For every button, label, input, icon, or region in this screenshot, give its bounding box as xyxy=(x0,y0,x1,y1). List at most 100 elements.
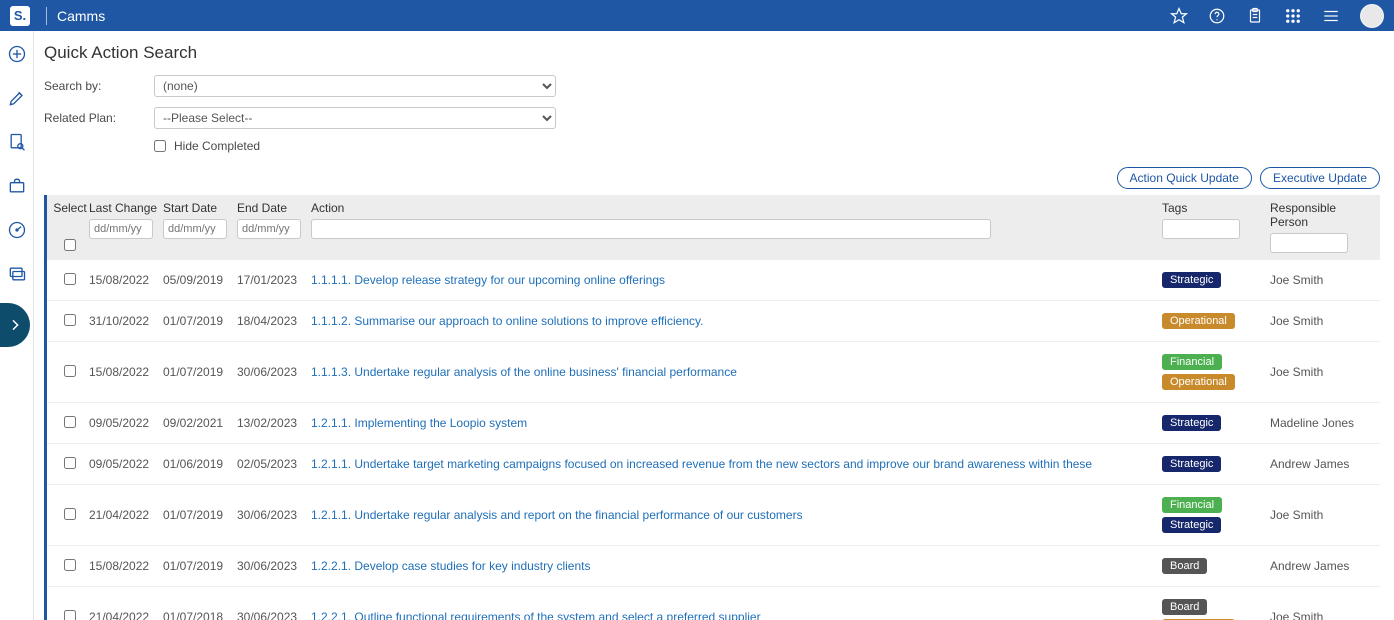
row-select-checkbox[interactable] xyxy=(64,457,76,469)
search-by-select[interactable]: (none) xyxy=(154,75,556,97)
help-icon[interactable] xyxy=(1207,6,1227,26)
select-all-checkbox[interactable] xyxy=(64,239,76,251)
page-title: Quick Action Search xyxy=(44,43,1380,63)
action-link[interactable]: 1.1.1.3. Undertake regular analysis of t… xyxy=(311,365,737,379)
cell-tags: Strategic xyxy=(1162,454,1270,474)
cell-last-change: 09/05/2022 xyxy=(89,416,163,430)
cell-responsible: Madeline Jones xyxy=(1270,416,1370,430)
cell-tags: FinancialStrategic xyxy=(1162,495,1270,535)
tag-badge: Strategic xyxy=(1162,272,1221,288)
cell-tags: Board xyxy=(1162,556,1270,576)
table-row: 21/04/202201/07/201930/06/20231.2.1.1. U… xyxy=(47,485,1380,546)
row-select-checkbox[interactable] xyxy=(64,273,76,285)
app-logo: S. xyxy=(10,6,30,26)
tag-badge: Board xyxy=(1162,558,1207,574)
topbar: S. Camms xyxy=(0,0,1394,31)
cell-responsible: Joe Smith xyxy=(1270,365,1370,379)
cell-responsible: Joe Smith xyxy=(1270,610,1370,620)
table-row: 15/08/202201/07/201930/06/20231.2.2.1. D… xyxy=(47,546,1380,587)
cell-end-date: 02/05/2023 xyxy=(237,457,311,471)
cell-last-change: 21/04/2022 xyxy=(89,508,163,522)
header-start-date: Start Date xyxy=(163,201,237,215)
header-last-change: Last Change xyxy=(89,201,163,215)
brand-name: Camms xyxy=(57,8,105,24)
cell-start-date: 01/07/2018 xyxy=(163,610,237,620)
main-content: Quick Action Search Search by: (none) Re… xyxy=(34,31,1394,620)
results-table: Select Last Change Start Date End Date A… xyxy=(44,195,1380,620)
filter-start-date[interactable] xyxy=(163,219,227,239)
search-doc-icon[interactable] xyxy=(6,131,28,153)
executive-update-button[interactable]: Executive Update xyxy=(1260,167,1380,189)
header-end-date: End Date xyxy=(237,201,311,215)
cell-tags: BoardOperational xyxy=(1162,597,1270,620)
action-link[interactable]: 1.2.1.1. Undertake regular analysis and … xyxy=(311,508,803,522)
cell-tags: Strategic xyxy=(1162,270,1270,290)
tag-badge: Financial xyxy=(1162,354,1222,370)
cell-responsible: Joe Smith xyxy=(1270,508,1370,522)
cell-last-change: 31/10/2022 xyxy=(89,314,163,328)
cell-responsible: Joe Smith xyxy=(1270,314,1370,328)
cell-start-date: 01/07/2019 xyxy=(163,559,237,573)
row-select-checkbox[interactable] xyxy=(64,508,76,520)
action-link[interactable]: 1.1.1.2. Summarise our approach to onlin… xyxy=(311,314,703,328)
cell-start-date: 01/07/2019 xyxy=(163,508,237,522)
cell-last-change: 15/08/2022 xyxy=(89,559,163,573)
row-select-checkbox[interactable] xyxy=(64,365,76,377)
filter-responsible[interactable] xyxy=(1270,233,1348,253)
tag-badge: Board xyxy=(1162,599,1207,615)
table-row: 31/10/202201/07/201918/04/20231.1.1.2. S… xyxy=(47,301,1380,342)
cell-end-date: 18/04/2023 xyxy=(237,314,311,328)
header-responsible: Responsible Person xyxy=(1270,201,1370,229)
cell-start-date: 05/09/2019 xyxy=(163,273,237,287)
cell-end-date: 17/01/2023 xyxy=(237,273,311,287)
cell-tags: Operational xyxy=(1162,311,1270,331)
apps-grid-icon[interactable] xyxy=(1283,6,1303,26)
cell-end-date: 13/02/2023 xyxy=(237,416,311,430)
tag-badge: Financial xyxy=(1162,497,1222,513)
filter-action[interactable] xyxy=(311,219,991,239)
action-link[interactable]: 1.1.1.1. Develop release strategy for ou… xyxy=(311,273,665,287)
cell-start-date: 09/02/2021 xyxy=(163,416,237,430)
row-select-checkbox[interactable] xyxy=(64,416,76,428)
add-icon[interactable] xyxy=(6,43,28,65)
gauge-icon[interactable] xyxy=(6,219,28,241)
cell-last-change: 09/05/2022 xyxy=(89,457,163,471)
hide-completed-checkbox[interactable] xyxy=(154,140,166,152)
star-icon[interactable] xyxy=(1169,6,1189,26)
cell-last-change: 21/04/2022 xyxy=(89,610,163,620)
edit-icon[interactable] xyxy=(6,87,28,109)
hamburger-menu-icon[interactable] xyxy=(1321,6,1341,26)
tag-badge: Strategic xyxy=(1162,456,1221,472)
related-plan-select[interactable]: --Please Select-- xyxy=(154,107,556,129)
filter-last-change[interactable] xyxy=(89,219,153,239)
briefcase-icon[interactable] xyxy=(6,175,28,197)
table-row: 09/05/202209/02/202113/02/20231.2.1.1. I… xyxy=(47,403,1380,444)
action-quick-update-button[interactable]: Action Quick Update xyxy=(1117,167,1252,189)
clipboard-icon[interactable] xyxy=(1245,6,1265,26)
filter-tags[interactable] xyxy=(1162,219,1240,239)
tag-badge: Operational xyxy=(1162,374,1235,390)
action-link[interactable]: 1.2.2.1. Develop case studies for key in… xyxy=(311,559,590,573)
layers-icon[interactable] xyxy=(6,263,28,285)
row-select-checkbox[interactable] xyxy=(64,314,76,326)
cell-end-date: 30/06/2023 xyxy=(237,610,311,620)
row-select-checkbox[interactable] xyxy=(64,559,76,571)
cell-tags: Strategic xyxy=(1162,413,1270,433)
action-link[interactable]: 1.2.1.1. Implementing the Loopio system xyxy=(311,416,527,430)
divider xyxy=(46,7,47,25)
cell-start-date: 01/07/2019 xyxy=(163,365,237,379)
cell-responsible: Joe Smith xyxy=(1270,273,1370,287)
table-row: 21/04/202201/07/201830/06/20231.2.2.1. O… xyxy=(47,587,1380,620)
cell-last-change: 15/08/2022 xyxy=(89,273,163,287)
cell-start-date: 01/06/2019 xyxy=(163,457,237,471)
cell-end-date: 30/06/2023 xyxy=(237,365,311,379)
row-select-checkbox[interactable] xyxy=(64,610,76,620)
header-tags: Tags xyxy=(1162,201,1270,215)
action-link[interactable]: 1.2.1.1. Undertake target marketing camp… xyxy=(311,457,1092,471)
user-avatar[interactable] xyxy=(1360,4,1384,28)
cell-end-date: 30/06/2023 xyxy=(237,559,311,573)
tag-badge: Operational xyxy=(1162,313,1235,329)
filter-end-date[interactable] xyxy=(237,219,301,239)
action-link[interactable]: 1.2.2.1. Outline functional requirements… xyxy=(311,610,761,620)
left-rail xyxy=(0,31,34,620)
